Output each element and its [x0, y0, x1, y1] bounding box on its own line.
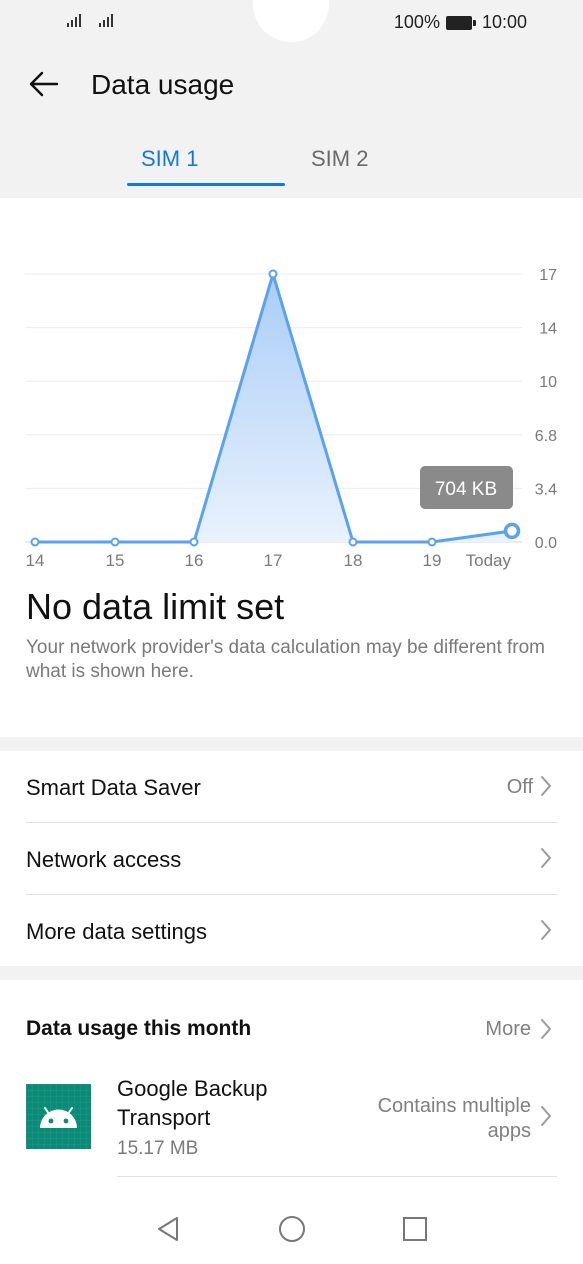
- section-separator: [0, 737, 583, 751]
- data-point: [110, 537, 120, 547]
- x-tick-label: 15: [106, 551, 125, 570]
- x-tick-label: 17: [264, 551, 283, 570]
- chevron-right-icon: [539, 919, 553, 946]
- chevron-right-icon: [539, 847, 553, 874]
- chevron-right-icon[interactable]: [539, 1105, 553, 1132]
- divider: [117, 1176, 557, 1177]
- page-title: Data usage: [91, 69, 235, 100]
- system-nav-bar: [0, 1196, 583, 1264]
- data-point: [348, 537, 358, 547]
- y-tick-label: 6.8: [535, 428, 557, 445]
- usage-chart[interactable]: 17 14 10 6.8 3.4 0.0 14 15 16 17 18 19 Today 704 KB: [0, 250, 583, 580]
- limit-note: Your network provider's data calculation…: [26, 637, 546, 682]
- back-triangle-icon[interactable]: [153, 1214, 183, 1244]
- more-data-settings-row[interactable]: More data settings: [26, 895, 557, 967]
- back-arrow-icon[interactable]: [26, 66, 62, 102]
- x-tick-label: 16: [185, 551, 204, 570]
- data-point-current: [503, 522, 521, 540]
- data-point: [189, 537, 199, 547]
- x-tick-label: Today: [466, 551, 512, 570]
- network-access-row[interactable]: Network access: [26, 823, 557, 895]
- limit-title: No data limit set: [26, 586, 285, 627]
- y-tick-label: 14: [539, 321, 557, 338]
- active-tab-indicator: [127, 183, 285, 186]
- y-tick-label: 3.4: [535, 481, 557, 498]
- app-header: Data usage: [0, 58, 583, 114]
- battery-icon: [445, 15, 476, 30]
- tab-sim-2[interactable]: SIM 2: [311, 146, 368, 172]
- more-data-settings-label: More data settings: [26, 919, 207, 944]
- app-size: 15.17 MB: [117, 1138, 199, 1159]
- data-point: [427, 537, 437, 547]
- top-area: 100% 10:00 Data usage SIM 1 SIM 2: [0, 0, 583, 198]
- status-bar: 100% 10:00: [0, 0, 583, 44]
- status-right: 100% 10:00: [394, 12, 527, 33]
- app-name[interactable]: Google Backup Transport: [117, 1074, 327, 1132]
- recents-square-icon[interactable]: [400, 1214, 430, 1244]
- battery-percent: 100%: [393, 12, 440, 32]
- chevron-right-icon[interactable]: [539, 1018, 553, 1045]
- section-separator: [0, 966, 583, 980]
- signal-icon: [66, 12, 84, 28]
- android-icon: [26, 1084, 91, 1149]
- network-access-label: Network access: [26, 847, 182, 872]
- x-tick-label: 19: [423, 551, 442, 570]
- clock: 10:00: [481, 12, 527, 32]
- x-tick-label: 14: [26, 551, 45, 570]
- y-tick-label: 0.0: [535, 535, 557, 552]
- signal-icon: [98, 12, 116, 28]
- x-tick-label: 18: [344, 551, 363, 570]
- tab-sim-1[interactable]: SIM 1: [141, 146, 198, 172]
- tooltip-label: 704 KB: [435, 479, 497, 500]
- month-usage-title: Data usage this month: [26, 1017, 252, 1040]
- more-link[interactable]: More: [485, 1018, 531, 1041]
- sim-tabs: SIM 1 SIM 2: [0, 138, 583, 190]
- y-tick-label: 10: [539, 374, 557, 391]
- home-circle-icon[interactable]: [277, 1214, 307, 1244]
- usage-chart-svg: 17 14 10 6.8 3.4 0.0 14 15 16 17 18 19 Today 704 KB: [25, 267, 557, 570]
- data-point: [268, 269, 278, 279]
- smart-data-saver-value: Off: [506, 776, 533, 798]
- smart-data-saver-row[interactable]: Smart Data Saver Off: [26, 751, 557, 823]
- chevron-right-icon: [539, 775, 553, 802]
- app-info: Contains multiple apps: [377, 1095, 531, 1142]
- data-point: [30, 537, 40, 547]
- y-tick-label: 17: [539, 267, 557, 284]
- smart-data-saver-label: Smart Data Saver: [26, 775, 201, 800]
